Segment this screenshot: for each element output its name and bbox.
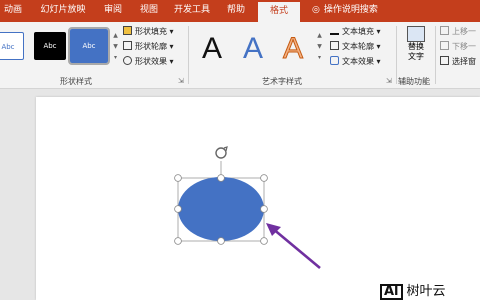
tell-me-search[interactable]: ◎ 操作说明搜索 [312,0,378,22]
text-fill-label: 文本填充 [342,27,374,36]
text-outline-button[interactable]: 文本轮廓 ▾ [330,41,381,53]
shape-effects-button[interactable]: 形状效果 ▾ [123,56,174,68]
shape-outline-label: 形状轮廓 [135,42,167,51]
chevron-up-icon[interactable]: ▲ [112,30,119,41]
text-fill-button[interactable]: 文本填充 ▾ [330,26,381,38]
tab-slideshow[interactable]: 幻灯片放映 [34,0,92,22]
alt-text-label-1: 替换 [408,42,424,51]
text-effects-icon [330,56,339,65]
shape-style-thumb-black[interactable]: Abc [34,32,66,60]
bring-forward-icon [440,26,449,35]
watermark-text: 树叶云 [406,284,446,299]
selection-pane-button[interactable]: 选择窗 [440,56,476,68]
send-backward-button[interactable]: 下移一 [440,41,476,53]
text-effects-button[interactable]: 文本效果 ▾ [330,56,381,68]
watermark-logo: Al [380,284,403,300]
send-backward-icon [440,41,449,50]
selection-pane-label: 选择窗 [452,57,476,66]
wordart-styles-group-label: 艺术字样式 [262,77,302,86]
shape-styles-group-label: 形状样式 [60,77,92,86]
pencil-icon [123,41,132,50]
wordart-gallery-scroll[interactable]: ▲ ▼ ▾ [316,30,323,64]
wordart-style-blue[interactable]: A [243,32,263,66]
divider [396,26,397,84]
bring-forward-button[interactable]: 上移一 [440,26,476,38]
shape-fill-button[interactable]: 形状填充 ▾ [123,26,174,38]
chevron-down-icon[interactable]: ▼ [112,41,119,52]
tab-format[interactable]: 格式 [258,2,300,22]
tab-review[interactable]: 审阅 [98,0,128,22]
bring-forward-label: 上移一 [452,27,476,36]
ribbon-tab-bar: 动画 幻灯片放映 审阅 视图 开发工具 帮助 格式 ◎ 操作说明搜索 [0,0,480,22]
accessibility-group-label: 辅助功能 [398,77,430,86]
alt-text-icon [407,26,425,42]
more-icon[interactable]: ▾ [112,52,119,63]
lightbulb-icon: ◎ [312,5,320,15]
slide[interactable] [36,97,480,300]
editor-canvas [0,89,480,300]
more-icon[interactable]: ▾ [316,52,323,63]
wordart-style-black[interactable]: A [202,32,222,66]
text-effects-label: 文本效果 [342,57,374,66]
dialog-launcher-icon[interactable]: ⇲ [178,77,184,85]
shape-fill-label: 形状填充 [135,27,167,36]
tab-developer[interactable]: 开发工具 [170,0,214,22]
divider [435,26,436,84]
send-backward-label: 下移一 [452,42,476,51]
alt-text-button[interactable]: 替换 文字 [404,26,428,62]
gallery-scroll[interactable]: ▲ ▼ ▾ [112,30,119,64]
paint-bucket-icon [123,26,132,35]
chevron-up-icon[interactable]: ▲ [316,30,323,41]
tab-view[interactable]: 视图 [134,0,164,22]
wordart-style-orange[interactable]: A [282,32,303,66]
dialog-launcher-icon[interactable]: ⇲ [386,77,392,85]
tab-animations[interactable]: 动画 [0,0,26,22]
shape-style-thumb-blue[interactable]: Abc [68,27,110,65]
text-outline-icon [330,41,339,50]
tab-help[interactable]: 帮助 [220,0,252,22]
effects-icon [123,56,132,65]
ribbon: Abc Abc Abc ▲ ▼ ▾ 形状填充 ▾ 形状轮廓 ▾ 形状效果 ▾ 形… [0,22,480,89]
tell-me-label: 操作说明搜索 [323,5,378,15]
shape-style-thumb-outline[interactable]: Abc [0,32,24,60]
alt-text-label-2: 文字 [408,52,424,61]
watermark: Al 树叶云 [376,283,450,300]
shape-effects-label: 形状效果 [135,57,167,66]
shape-outline-button[interactable]: 形状轮廓 ▾ [123,41,174,53]
selection-pane-icon [440,56,449,65]
divider [188,26,189,84]
text-fill-icon [330,26,339,35]
chevron-down-icon[interactable]: ▼ [316,41,323,52]
text-outline-label: 文本轮廓 [342,42,374,51]
